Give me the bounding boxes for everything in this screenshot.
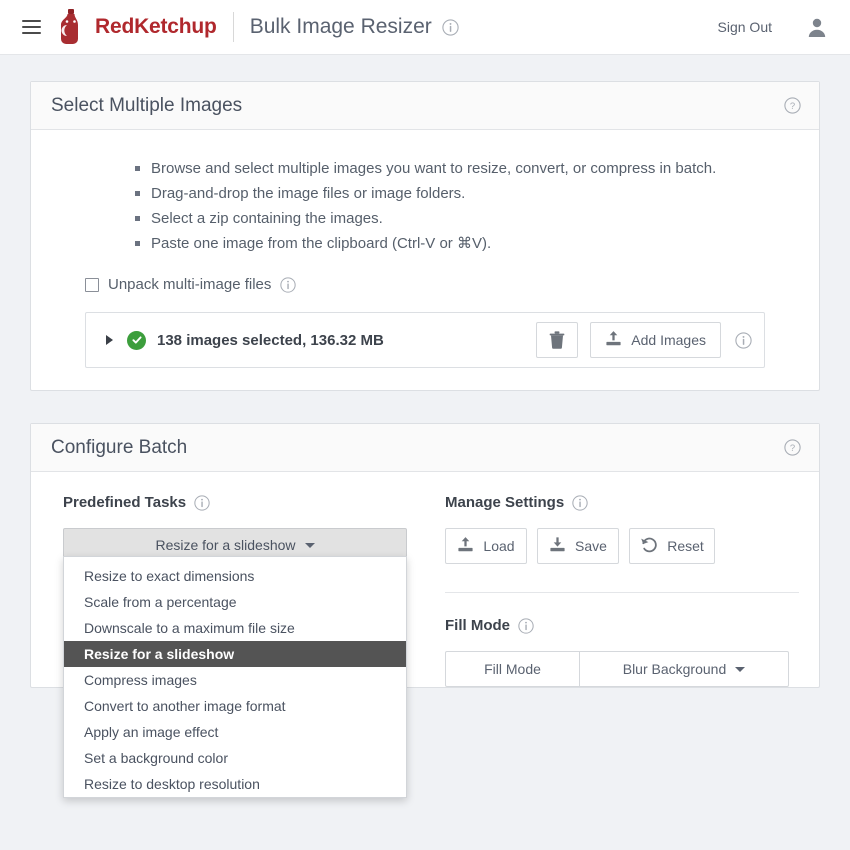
person-icon[interactable] [806,16,828,38]
hamburger-menu-icon[interactable] [14,10,48,44]
header-divider [233,12,234,42]
dropdown-option-convert-format[interactable]: Convert to another image format [64,693,406,719]
ketchup-bottle-logo [56,7,86,47]
page-title: Bulk Image Resizer [250,15,432,39]
dropdown-option-resize-slideshow[interactable]: Resize for a slideshow [64,641,406,667]
predefined-tasks-info-icon[interactable] [194,495,210,511]
configure-batch-title: Configure Batch [51,437,187,459]
dropdown-option-set-background-color[interactable]: Set a background color [64,745,406,771]
delete-images-button[interactable] [536,322,578,358]
manage-settings-buttons: Load Save [445,528,799,564]
list-item: Drag-and-drop the image files or image f… [135,181,735,206]
sign-out-button[interactable]: Sign Out [718,19,772,35]
fill-mode-selected-value: Blur Background [623,661,727,677]
fill-mode-segment-label: Fill Mode [446,652,580,686]
fill-mode-section-label: Fill Mode [445,617,799,634]
manage-settings-info-icon[interactable] [572,495,588,511]
expand-triangle-icon[interactable] [106,335,113,345]
settings-divider [445,592,799,593]
reset-settings-button[interactable]: Reset [629,528,715,564]
chevron-down-icon [305,543,315,548]
app-header: RedKetchup Bulk Image Resizer Sign Out [0,0,850,55]
help-icon[interactable]: ? [784,97,801,114]
dropdown-option-scale-percentage[interactable]: Scale from a percentage [64,589,406,615]
upload-icon [457,536,474,556]
settings-column: Manage Settings [413,494,819,687]
undo-icon [640,536,658,556]
configure-batch-card-header: Configure Batch ? [31,424,819,472]
select-images-card-body: Browse and select multiple images you wa… [31,130,819,390]
selection-status-bar: 138 images selected, 136.32 MB [85,312,765,368]
configure-batch-card: Configure Batch ? Predefined Tasks [30,423,820,688]
unpack-multi-image-files-row: Unpack multi-image files [85,276,799,293]
fill-mode-control: Fill Mode Blur Background [445,651,789,687]
predefined-tasks-label-text: Predefined Tasks [63,494,186,511]
fill-mode-info-icon[interactable] [518,618,534,634]
select-images-title: Select Multiple Images [51,95,242,117]
fill-mode-label-text: Fill Mode [445,617,510,634]
save-settings-button[interactable]: Save [537,528,619,564]
dropdown-option-apply-image-effect[interactable]: Apply an image effect [64,719,406,745]
brand-name: RedKetchup [95,15,217,39]
svg-text:?: ? [790,443,795,454]
download-icon [549,536,566,556]
list-item: Browse and select multiple images you wa… [135,156,735,181]
manage-settings-label-text: Manage Settings [445,494,564,511]
list-item: Paste one image from the clipboard (Ctrl… [135,231,735,256]
predefined-tasks-dropdown-menu[interactable]: Resize to exact dimensions Scale from a … [63,556,407,798]
manage-settings-section-label: Manage Settings [445,494,799,511]
page-content: Select Multiple Images ? Browse and sele… [0,55,850,688]
hints-list: Browse and select multiple images you wa… [51,156,799,256]
upload-icon [605,330,622,350]
list-item: Select a zip containing the images. [135,206,735,231]
select-images-card-header: Select Multiple Images ? [31,82,819,130]
unpack-checkbox[interactable] [85,278,99,292]
dropdown-option-resize-desktop-resolution[interactable]: Resize to desktop resolution [64,771,406,797]
unpack-info-icon[interactable] [280,277,296,293]
load-settings-label: Load [483,538,514,554]
dropdown-option-compress-images[interactable]: Compress images [64,667,406,693]
predefined-tasks-selected-value: Resize for a slideshow [155,537,295,553]
add-images-info-icon[interactable] [735,332,752,349]
dropdown-option-downscale-max-file-size[interactable]: Downscale to a maximum file size [64,615,406,641]
add-images-button[interactable]: Add Images [590,322,721,358]
help-icon[interactable]: ? [784,439,801,456]
predefined-tasks-section-label: Predefined Tasks [63,494,413,511]
configure-batch-body: Predefined Tasks Resize for a slideshow [31,472,819,687]
add-images-label: Add Images [631,332,706,348]
fill-mode-select[interactable]: Blur Background [580,652,788,686]
select-multiple-images-card: Select Multiple Images ? Browse and sele… [30,81,820,391]
unpack-checkbox-label[interactable]: Unpack multi-image files [108,276,271,293]
svg-text:?: ? [790,101,795,112]
save-settings-label: Save [575,538,607,554]
selection-status-text: 138 images selected, 136.32 MB [157,332,384,349]
reset-settings-label: Reset [667,538,704,554]
green-check-icon [127,331,146,350]
dropdown-option-resize-exact-dimensions[interactable]: Resize to exact dimensions [64,563,406,589]
title-info-icon[interactable] [442,19,459,36]
chevron-down-icon [735,667,745,672]
load-settings-button[interactable]: Load [445,528,527,564]
